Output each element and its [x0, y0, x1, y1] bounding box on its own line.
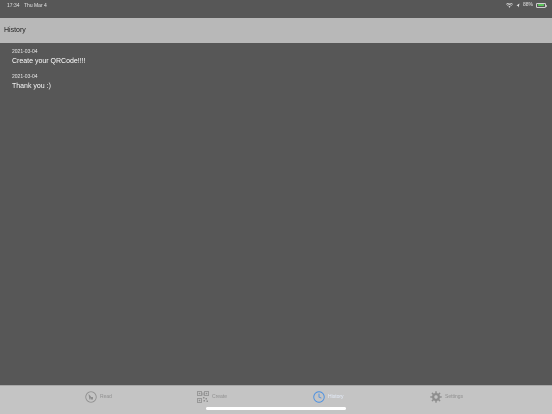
wifi-icon: [506, 2, 513, 8]
status-bar: 17:34 Thu Mar 4 88%: [0, 0, 552, 18]
history-list: 2021-03-04 Create your QRCode!!!! 2021-0…: [0, 43, 552, 93]
tab-label: Read: [100, 394, 112, 400]
page-title: History: [4, 27, 26, 34]
battery-cap: [545, 4, 547, 7]
status-indicators: 88%: [506, 2, 547, 8]
status-date: Thu Mar 4: [24, 3, 47, 9]
tab-label: Create: [212, 394, 228, 400]
battery-icon: [536, 2, 547, 8]
history-item-date: 2021-03-04: [12, 49, 38, 55]
tab-history[interactable]: History: [313, 389, 344, 405]
history-item-date: 2021-03-04: [12, 74, 38, 80]
battery-percent: 88%: [522, 2, 533, 8]
status-time: 17:34: [7, 3, 20, 9]
app-screen: 17:34 Thu Mar 4 88% History 2021-03-04 C…: [0, 0, 552, 414]
gear-icon: [430, 391, 442, 403]
battery-fill: [537, 4, 544, 6]
history-item[interactable]: 2021-03-04 Thank you :): [0, 68, 552, 93]
qr-code-icon: [197, 391, 209, 403]
history-item-text: Thank you :): [12, 83, 51, 90]
history-item-text: Create your QRCode!!!!: [12, 58, 86, 65]
clock-icon: [313, 391, 325, 403]
tab-read[interactable]: Read: [85, 389, 112, 405]
location-icon: [516, 3, 520, 7]
tab-label: Settings: [445, 394, 464, 400]
tab-bar: Read Create History Settings: [0, 385, 552, 414]
navigation-bar: History: [0, 18, 552, 43]
history-item[interactable]: 2021-03-04 Create your QRCode!!!!: [0, 43, 552, 68]
tab-label: History: [328, 394, 344, 400]
tab-create[interactable]: Create: [197, 389, 227, 405]
home-indicator: [206, 407, 346, 410]
qr-scan-icon: [85, 391, 97, 403]
tab-settings[interactable]: Settings: [430, 389, 463, 405]
